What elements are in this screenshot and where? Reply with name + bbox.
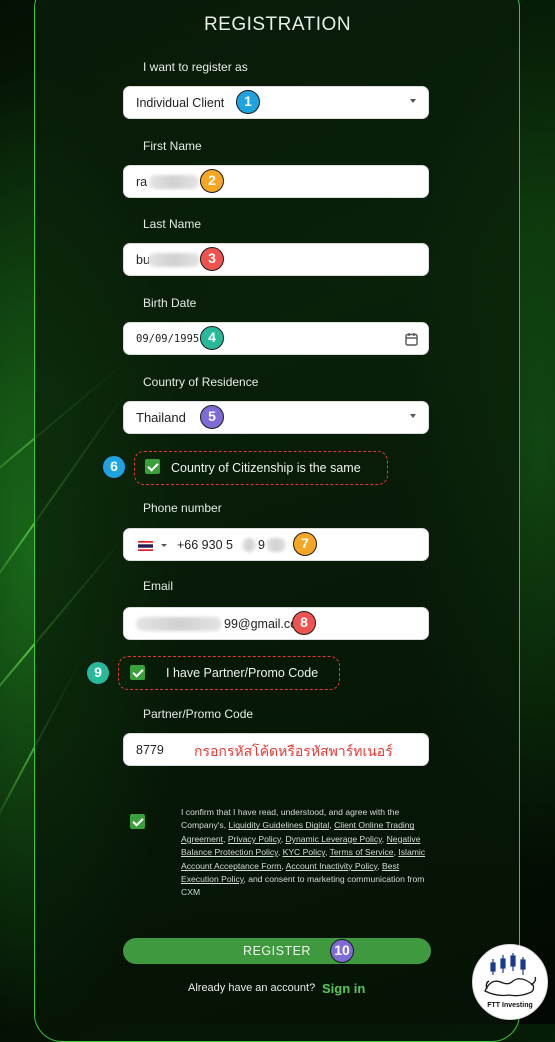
sign-in-link[interactable]: Sign in — [322, 981, 365, 996]
register-button[interactable]: REGISTER — [123, 938, 431, 964]
step-badge-9: 9 — [86, 661, 110, 685]
promo-hint-text: กรอกรหัสโค้ดหรือรหัสพาร์ทเนอร์ — [194, 744, 393, 760]
promo-toggle-label: I have Partner/Promo Code — [166, 666, 319, 680]
country-label: Country of Residence — [143, 375, 259, 389]
step-badge-3: 3 — [200, 247, 224, 271]
chevron-down-icon — [410, 99, 416, 103]
step-badge-10: 10 — [330, 939, 354, 963]
link-liquidity-guidelines[interactable]: Liquidity Guidelines Digital — [229, 820, 330, 830]
phone-value: +66 930 5 — [177, 538, 233, 552]
calendar-icon[interactable] — [405, 332, 418, 346]
watermark-logo: FTT Investing — [472, 944, 548, 1020]
link-privacy-policy[interactable]: Privacy Policy — [228, 834, 281, 844]
consent-text: I confirm that I have read, understood, … — [181, 806, 429, 900]
citizenship-checkbox[interactable] — [145, 459, 160, 474]
step-badge-4: 4 — [200, 326, 224, 350]
thai-flag-icon[interactable] — [138, 541, 153, 551]
register-as-label: I want to register as — [143, 60, 248, 74]
redaction-blur — [266, 538, 286, 552]
link-dynamic-leverage-policy[interactable]: Dynamic Leverage Policy — [285, 834, 381, 844]
phone-label: Phone number — [143, 501, 222, 515]
phone-value-tail: 9 — [258, 538, 265, 552]
first-name-label: First Name — [143, 139, 202, 153]
chevron-down-icon — [410, 414, 416, 418]
citizenship-label: Country of Citizenship is the same — [171, 461, 361, 475]
step-badge-6: 6 — [102, 455, 126, 479]
step-badge-2: 2 — [200, 169, 224, 193]
link-account-inactivity-policy[interactable]: Account Inactivity Policy — [286, 861, 378, 871]
first-name-input[interactable]: ra — [123, 165, 429, 198]
register-as-value: Individual Client — [136, 96, 225, 110]
phone-input[interactable]: +66 930 5 9 — [123, 528, 429, 561]
register-as-select[interactable]: Individual Client — [123, 86, 429, 119]
email-input[interactable]: 99@gmail.com — [123, 607, 429, 640]
first-name-value: ra — [136, 175, 148, 189]
promo-code-value: 8779 — [136, 743, 164, 757]
email-label: Email — [143, 579, 174, 593]
redaction-blur — [242, 538, 256, 552]
country-value: Thailand — [136, 410, 186, 425]
promo-code-label: Partner/Promo Code — [143, 707, 254, 721]
step-badge-5: 5 — [200, 405, 224, 429]
step-badge-8: 8 — [292, 611, 316, 635]
redaction-blur — [136, 617, 222, 631]
step-badge-1: 1 — [236, 90, 260, 114]
link-kyc-policy[interactable]: KYC Policy — [283, 847, 325, 857]
step-badge-7: 7 — [293, 532, 317, 556]
already-have-account-text: Already have an account? — [188, 982, 316, 994]
page-title: REGISTRATION — [203, 14, 352, 35]
birth-date-input[interactable]: 09/09/1995 — [123, 322, 429, 355]
promo-code-input[interactable]: 8779 กรอกรหัสโค้ดหรือรหัสพาร์ทเนอร์ — [123, 733, 429, 766]
birth-date-value: 09/09/1995 — [136, 333, 200, 345]
birth-date-label: Birth Date — [143, 296, 197, 310]
promo-checkbox[interactable] — [130, 665, 145, 680]
last-name-input[interactable]: bu — [123, 243, 429, 276]
last-name-label: Last Name — [143, 217, 202, 231]
redaction-blur — [149, 175, 199, 189]
consent-checkbox[interactable] — [130, 814, 145, 829]
country-select[interactable]: Thailand — [123, 401, 429, 434]
redaction-blur — [148, 253, 200, 267]
watermark-text: FTT Investing — [487, 1002, 533, 1009]
link-terms-of-service[interactable]: Terms of Service — [330, 847, 394, 857]
chevron-down-icon[interactable] — [161, 544, 167, 547]
